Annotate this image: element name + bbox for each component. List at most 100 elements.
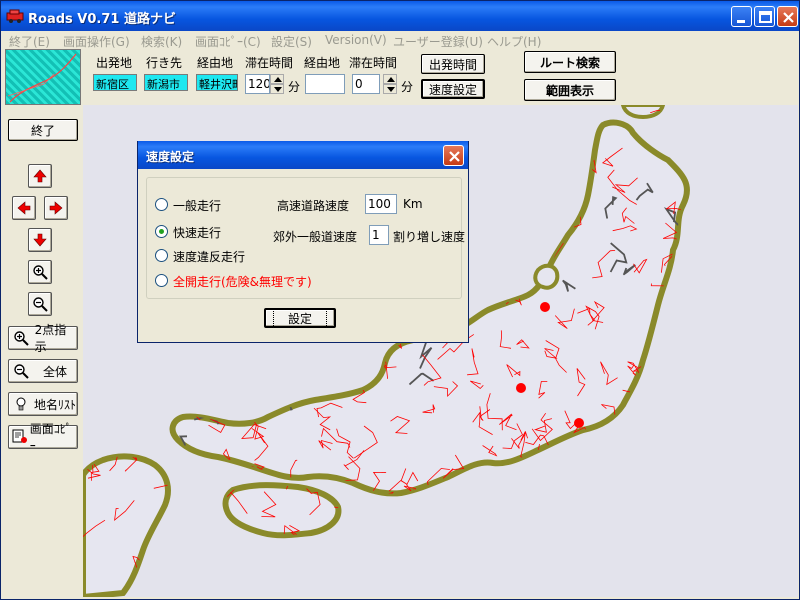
road-line bbox=[679, 582, 688, 597]
road-line bbox=[718, 574, 735, 597]
suburban-speed-input[interactable]: 1 bbox=[369, 225, 389, 245]
road-line bbox=[387, 542, 407, 560]
road-line bbox=[547, 156, 572, 179]
destination-field[interactable]: 新潟市 bbox=[144, 74, 188, 91]
road-line bbox=[213, 111, 225, 131]
road-line bbox=[490, 174, 505, 201]
highway-line bbox=[784, 469, 798, 478]
highway-line bbox=[794, 197, 798, 214]
two-point-label: 2点指示 bbox=[34, 323, 67, 354]
apply-settings-button[interactable]: 設定 bbox=[264, 308, 336, 328]
radio-speeding-driving[interactable] bbox=[155, 249, 168, 262]
apply-settings-label: 設定 bbox=[272, 308, 327, 328]
menu-screen-copy[interactable]: 画面ｺﾋﾟｰ(C) bbox=[195, 33, 261, 50]
menu-exit[interactable]: 終了(E) bbox=[9, 33, 50, 50]
origin-field[interactable]: 新宿区 bbox=[93, 74, 137, 91]
road-line bbox=[234, 112, 262, 126]
via-label: 経由地 bbox=[197, 56, 234, 70]
whole-view-button[interactable]: 全体 bbox=[8, 359, 78, 383]
road-line bbox=[757, 480, 770, 502]
highway-line bbox=[653, 451, 677, 468]
road-line bbox=[83, 247, 90, 272]
road-line bbox=[695, 509, 707, 519]
via-marker bbox=[516, 383, 526, 393]
road-line bbox=[291, 348, 313, 355]
zoom-out-button[interactable] bbox=[28, 292, 52, 316]
road-line bbox=[772, 106, 787, 125]
highway-line bbox=[755, 265, 767, 274]
destination-marker bbox=[540, 302, 550, 312]
highway-line bbox=[774, 487, 798, 498]
pan-left-button[interactable] bbox=[12, 196, 36, 220]
highway-line bbox=[100, 229, 126, 247]
close-button[interactable] bbox=[777, 6, 798, 27]
stay-time-input[interactable]: 120 bbox=[245, 74, 270, 94]
radio-fast-driving[interactable] bbox=[155, 225, 168, 238]
road-line bbox=[267, 568, 278, 597]
road-line bbox=[218, 107, 239, 127]
radio-full-throttle-driving[interactable] bbox=[155, 274, 168, 287]
overview-map-graphic bbox=[7, 53, 77, 103]
title-bar[interactable]: Roads V0.71 道路ナビ bbox=[1, 1, 799, 31]
road-line bbox=[558, 105, 586, 124]
speed-options-group: 一般走行 快速走行 速度違反走行 全開走行(危険&無理です) 高速道路速度 10… bbox=[146, 177, 465, 299]
menu-user-registration[interactable]: ユーザー登録(U) bbox=[393, 33, 483, 50]
road-line bbox=[509, 190, 527, 216]
two-point-button[interactable]: 2点指示 bbox=[8, 323, 78, 354]
road-line bbox=[676, 242, 688, 264]
place-list-button[interactable]: 地名ﾘｽﾄ bbox=[8, 392, 78, 416]
road-line bbox=[220, 373, 242, 390]
highway-speed-input[interactable]: 100 bbox=[365, 194, 397, 214]
road-line bbox=[696, 332, 704, 341]
dialog-close-button[interactable] bbox=[443, 145, 464, 166]
via-field[interactable]: 軽井沢町 bbox=[196, 74, 238, 91]
stay-time2-spinner[interactable] bbox=[383, 74, 397, 94]
pan-right-button[interactable] bbox=[44, 196, 68, 220]
road-line bbox=[558, 495, 576, 514]
via2-field[interactable] bbox=[305, 74, 345, 94]
road-line bbox=[691, 537, 706, 551]
road-line bbox=[649, 556, 673, 579]
overview-map[interactable] bbox=[5, 49, 81, 105]
stay-time2-input[interactable]: 0 bbox=[352, 74, 380, 94]
road-line bbox=[794, 368, 798, 380]
highway-line bbox=[307, 122, 332, 141]
suburban-speed-label: 郊外一般道速度 bbox=[273, 230, 358, 244]
screen-copy-button[interactable]: 画面ｺﾋﾟｰ bbox=[8, 422, 78, 453]
pan-up-button[interactable] bbox=[28, 164, 52, 188]
road-line bbox=[110, 345, 132, 354]
arrow-left-icon bbox=[17, 201, 31, 215]
road-line bbox=[588, 565, 615, 595]
radio-normal-driving[interactable] bbox=[155, 198, 168, 211]
place-list-label: 地名ﾘｽﾄ bbox=[34, 397, 77, 412]
road-line bbox=[723, 508, 747, 534]
menu-search[interactable]: 検索(K) bbox=[141, 33, 182, 50]
menu-settings[interactable]: 設定(S) bbox=[271, 33, 312, 50]
menu-version[interactable]: Version(V) bbox=[325, 33, 387, 47]
maximize-button[interactable] bbox=[754, 6, 775, 27]
dialog-title-bar[interactable]: 速度設定 bbox=[138, 141, 468, 169]
road-line bbox=[567, 131, 588, 150]
menu-screen-ops[interactable]: 画面操作(G) bbox=[63, 33, 130, 50]
menu-help[interactable]: ヘルプ(H) bbox=[487, 33, 541, 50]
zoom-in-button[interactable] bbox=[28, 260, 52, 284]
road-line bbox=[384, 111, 404, 119]
route-search-button[interactable]: ルート検索 bbox=[524, 51, 616, 73]
road-line bbox=[677, 464, 688, 487]
stay-time-spinner[interactable] bbox=[270, 74, 284, 94]
range-display-button[interactable]: 範囲表示 bbox=[524, 79, 616, 101]
arrow-up-icon bbox=[33, 169, 47, 183]
minimize-button[interactable] bbox=[731, 6, 752, 27]
depart-time-button[interactable]: 出発時間 bbox=[421, 54, 485, 74]
highway-line bbox=[562, 470, 591, 491]
highway-line bbox=[788, 392, 798, 414]
road-line bbox=[510, 105, 552, 115]
up-arrow-icon bbox=[387, 77, 395, 82]
road-line bbox=[531, 141, 555, 173]
road-line bbox=[635, 460, 662, 473]
speed-settings-button[interactable]: 速度設定 bbox=[421, 79, 485, 99]
road-line bbox=[254, 354, 279, 369]
road-line bbox=[395, 567, 435, 581]
exit-button[interactable]: 終了 bbox=[8, 119, 78, 141]
pan-down-button[interactable] bbox=[28, 228, 52, 252]
